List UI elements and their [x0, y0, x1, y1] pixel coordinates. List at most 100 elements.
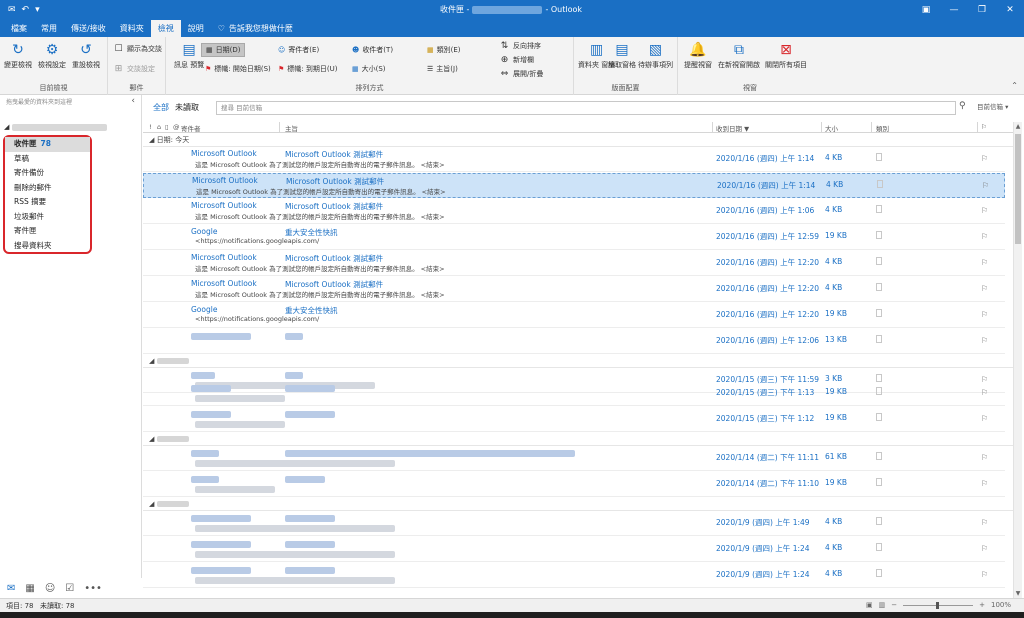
customize-icon[interactable]: ▾ [35, 5, 40, 15]
column-size[interactable]: 大小 [825, 123, 838, 133]
tab-view[interactable]: 檢視 [150, 20, 181, 37]
flag-icon[interactable]: ⚐ [981, 206, 988, 215]
group-header-redacted[interactable]: ◢ [143, 433, 1013, 446]
reverse-sort-button[interactable]: ⇅ 反向排序 [499, 40, 541, 52]
message-row[interactable]: Google 重大安全性快訊 <https://notifications.go… [143, 303, 1005, 328]
search-input[interactable]: 搜尋 目前信箱 [216, 101, 956, 115]
column-received[interactable]: 收到日期 ▼ [716, 123, 749, 133]
folder-drafts[interactable]: 草稿 [5, 152, 90, 167]
category-box[interactable] [876, 543, 882, 551]
show-as-conversations-checkbox[interactable]: ☐ 顯示為交談 [113, 43, 162, 55]
tell-me-search[interactable]: ♡ 告訴我您想做什麼 [211, 20, 300, 37]
close-button[interactable]: ✕ [996, 0, 1024, 19]
search-scope-dropdown[interactable]: 目前信箱 ▾ [977, 101, 1008, 111]
message-row[interactable]: Google 重大安全性快訊 <https://notifications.go… [143, 225, 1005, 250]
zoom-in-icon[interactable]: + [979, 601, 985, 609]
zoom-out-icon[interactable]: − [891, 601, 897, 609]
folder-inbox[interactable]: 收件匣 78 [5, 137, 90, 152]
category-box[interactable] [876, 478, 882, 486]
filter-unread[interactable]: 未讀取 [175, 102, 199, 113]
ribbon-display-options-icon[interactable]: ▣ [912, 0, 940, 19]
folder-rss[interactable]: RSS 摘要 [5, 195, 90, 210]
view-settings-button[interactable]: ⚙ 檢視設定 [38, 41, 66, 70]
message-row[interactable]: Microsoft Outlook Microsoft Outlook 測試郵件… [143, 251, 1005, 276]
category-box[interactable] [876, 231, 882, 239]
minimize-button[interactable]: — [940, 0, 968, 19]
folder-outbox[interactable]: 寄件匣 [5, 224, 90, 239]
undo-icon[interactable]: ↶ [22, 5, 30, 15]
calendar-icon[interactable]: ▦ [25, 583, 34, 594]
message-row-redacted[interactable]: 2020/1/15 (週三) 下午 1:13 19 KB ⚐ [143, 381, 1005, 406]
flag-icon[interactable]: ⚐ [981, 258, 988, 267]
mail-icon[interactable]: ✉ [7, 583, 15, 594]
reset-view-button[interactable]: ↺ 重設檢視 [72, 41, 100, 70]
tab-help[interactable]: 說明 [181, 20, 211, 37]
add-columns-button[interactable]: ⊕ 新增欄 [499, 54, 534, 66]
flag-icon[interactable]: ⚐ [981, 232, 988, 241]
flag-icon[interactable]: ⚐ [981, 154, 988, 163]
people-icon[interactable]: ☺ [45, 583, 55, 594]
collapse-ribbon-icon[interactable]: ⌃ [1011, 81, 1018, 90]
flag-icon[interactable]: ⚐ [981, 453, 988, 462]
group-header-redacted[interactable]: ◢ [143, 498, 1013, 511]
todo-bar-button[interactable]: ▧ 待辦事項列 [638, 41, 673, 70]
vertical-scrollbar[interactable]: ▲ ▼ [1013, 122, 1022, 598]
arrange-size[interactable]: ▦ 大小(S) [348, 62, 390, 76]
category-box[interactable] [876, 413, 882, 421]
account-header[interactable]: ◢ [4, 123, 108, 131]
category-box[interactable] [876, 153, 882, 161]
column-subject[interactable]: 主旨 [285, 123, 298, 133]
flag-icon[interactable]: ⚐ [981, 518, 988, 527]
search-icon[interactable]: ⚲ [959, 101, 966, 111]
message-row[interactable]: Microsoft Outlook Microsoft Outlook 測試郵件… [143, 199, 1005, 224]
flag-icon[interactable]: ⚐ [981, 479, 988, 488]
column-categories[interactable]: 類別 [876, 123, 889, 133]
flag-icon[interactable]: ⚐ [981, 336, 988, 345]
message-row-redacted[interactable]: 2020/1/14 (週二) 下午 11:10 19 KB ⚐ [143, 472, 1005, 497]
attachment-column-icon[interactable]: @ [173, 123, 180, 131]
category-box[interactable] [876, 452, 882, 460]
message-row[interactable]: Microsoft Outlook Microsoft Outlook 測試郵件… [143, 147, 1005, 172]
scroll-down-icon[interactable]: ▼ [1014, 590, 1022, 597]
arrange-flag-due[interactable]: ⚑ 標幟: 到期日(U) [274, 62, 341, 76]
zoom-slider-knob[interactable] [936, 601, 940, 609]
message-row-selected[interactable]: Microsoft Outlook Microsoft Outlook 測試郵件… [143, 173, 1005, 198]
arrange-from[interactable]: ☺ 寄件者(E) [274, 43, 323, 57]
more-icon[interactable]: ••• [84, 583, 102, 594]
flag-icon[interactable]: ⚐ [981, 414, 988, 423]
reading-view-icon[interactable]: ▥ [879, 601, 886, 609]
message-preview-button[interactable]: ▤ 訊息 預覽 [174, 41, 204, 70]
column-from[interactable]: 寄件者 [181, 123, 201, 133]
category-box[interactable] [876, 569, 882, 577]
reminder-column-icon[interactable]: ⌂ [157, 123, 161, 131]
category-box[interactable] [876, 335, 882, 343]
tasks-icon[interactable]: ☑ [65, 583, 74, 594]
maximize-button[interactable]: ❐ [968, 0, 996, 19]
open-new-window-button[interactable]: ⧉ 在新視窗開啟 [718, 41, 760, 70]
category-box[interactable] [876, 205, 882, 213]
folder-search[interactable]: 搜尋資料夾 [5, 239, 90, 254]
arrange-categories[interactable]: ▦ 類別(E) [423, 43, 465, 57]
category-box[interactable] [876, 257, 882, 265]
reading-pane-button[interactable]: ▤ 讀取窗格 [608, 41, 636, 70]
message-row-redacted[interactable]: 2020/1/9 (週四) 上午 1:24 4 KB ⚐ [143, 537, 1005, 562]
folder-junk[interactable]: 垃圾郵件 [5, 210, 90, 225]
importance-column-icon[interactable]: ! [149, 123, 152, 131]
scroll-up-icon[interactable]: ▲ [1014, 123, 1022, 130]
flag-icon[interactable]: ⚐ [981, 544, 988, 553]
category-box[interactable] [876, 517, 882, 525]
category-box[interactable] [876, 387, 882, 395]
folder-sent[interactable]: 寄件備份 [5, 166, 90, 181]
flag-icon[interactable]: ⚐ [981, 310, 988, 319]
normal-view-icon[interactable]: ▣ [866, 601, 873, 609]
tab-file[interactable]: 檔案 [4, 20, 34, 37]
group-header-today[interactable]: ◢ 日期: 今天 [143, 134, 1013, 147]
zoom-slider[interactable] [903, 601, 974, 609]
folder-deleted[interactable]: 刪除的郵件 [5, 181, 90, 196]
tab-send-receive[interactable]: 傳送/接收 [64, 20, 113, 37]
message-row[interactable]: Microsoft Outlook Microsoft Outlook 測試郵件… [143, 277, 1005, 302]
flag-icon[interactable]: ⚐ [981, 570, 988, 579]
arrange-date[interactable]: ▦ 日期(D) [201, 43, 246, 57]
flag-icon[interactable]: ⚐ [981, 388, 988, 397]
scrollbar-thumb[interactable] [1015, 134, 1021, 244]
